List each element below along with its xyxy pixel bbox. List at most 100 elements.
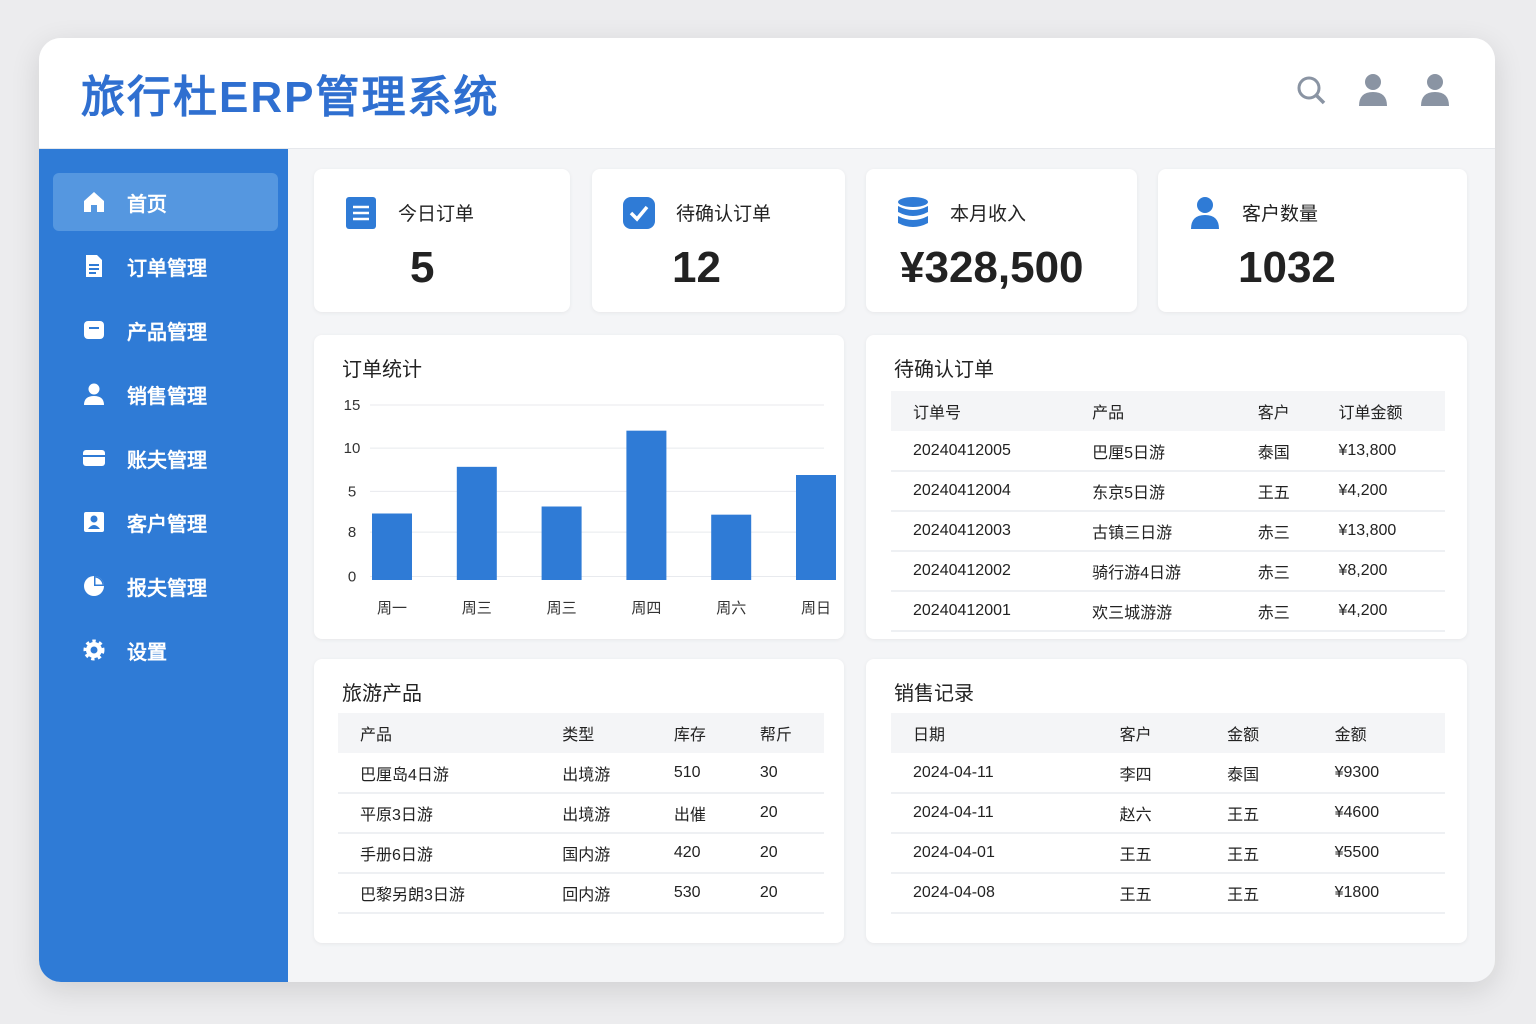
table-cell: 出境游: [540, 753, 652, 794]
table-cell: 出催: [651, 793, 738, 834]
product-icon: [84, 321, 104, 339]
sidebar-item-2[interactable]: 产品管理: [53, 301, 278, 359]
table-row[interactable]: 2024-04-08 王五 王五 ¥1800: [891, 873, 1445, 914]
table-cell: 赵六: [1097, 793, 1206, 834]
column-header: 产品: [338, 713, 541, 753]
table-cell: 20240412002: [891, 551, 1071, 592]
table-cell: 王五: [1097, 873, 1206, 914]
stat-label: 今日订单: [398, 204, 475, 225]
table-cell: 王五: [1205, 873, 1313, 914]
x-tick-label: 周四: [631, 600, 661, 617]
y-tick-label: 5: [348, 483, 356, 500]
sidebar-item-label: 账夫管理: [127, 449, 207, 472]
database-icon: [898, 197, 928, 227]
y-tick-label: 0: [348, 569, 356, 586]
sidebar-item-label: 销售管理: [127, 385, 207, 408]
stat-card[interactable]: 待确认订单 12: [592, 169, 845, 312]
table-cell: 巴厘5日游: [1070, 431, 1236, 472]
order-chart-card: 订单统计 15 10 5 8 0 周一 周三 周三 周四 周六 周日: [314, 335, 844, 639]
sidebar-item-label: 产品管理: [127, 321, 207, 344]
products-table: 产品 类型 库存 帮斤 巴厘岛4日游 出境游 510 30 平原3日游 出境游 出催 20 手册6日游国…: [338, 713, 824, 914]
stat-card[interactable]: 本月收入 ¥328,500: [866, 169, 1137, 312]
table-cell: 巴厘岛4日游: [338, 753, 541, 794]
user-icon[interactable]: [1419, 72, 1451, 108]
sidebar-item-1[interactable]: 订单管理: [53, 237, 278, 295]
table-cell: 20240412004: [891, 471, 1071, 512]
sidebar-item-0[interactable]: 首页: [53, 173, 278, 231]
x-tick-label: 周三: [547, 600, 577, 617]
bar[interactable]: [541, 506, 582, 581]
stat-card[interactable]: 今日订单 5: [314, 169, 570, 312]
table-row[interactable]: 20240412001 欢三城游游 赤三 ¥4,200: [891, 591, 1445, 632]
column-header: 日期: [891, 713, 1098, 753]
x-tick-label: 周日: [801, 600, 831, 617]
bar[interactable]: [796, 475, 836, 580]
table-header-row: 日期 客户 金额 金额: [891, 713, 1445, 753]
sales-card: 销售记录 日期 客户 金额 金额 2024-04-11 李四 泰国 ¥9300 2024-04-…: [866, 659, 1467, 943]
table-row[interactable]: 2024-04-01 王五 王五 ¥5500: [891, 833, 1445, 874]
table-cell: 手册6日游: [338, 833, 541, 874]
table-row[interactable]: 巴黎另朗3日游 回内游 530 20: [338, 873, 824, 914]
sidebar-item-label: 报夫管理: [127, 577, 207, 600]
sidebar-item-7[interactable]: 设置: [53, 621, 278, 679]
table-row[interactable]: 20240412003 古镇三日游 赤三 ¥13,800: [891, 511, 1445, 552]
table-cell: 20: [737, 833, 824, 874]
stat-value: 1032: [1238, 243, 1336, 292]
stat-label: 待确认订单: [676, 204, 772, 225]
table-row[interactable]: 20240412002 骑行游4日游 赤三 ¥8,200: [891, 551, 1445, 592]
sidebar-item-5[interactable]: 客户管理: [53, 493, 278, 551]
sidebar-item-4[interactable]: 账夫管理: [53, 429, 278, 487]
user-icon[interactable]: [1357, 72, 1389, 108]
table-row[interactable]: 平原3日游 出境游 出催 20: [338, 793, 824, 834]
table-cell: 420: [651, 833, 738, 874]
table-cell: 赤三: [1235, 551, 1317, 592]
list-icon: [346, 197, 376, 229]
sidebar-item-6[interactable]: 报夫管理: [53, 557, 278, 615]
table-cell: 20: [737, 873, 824, 914]
user-icon: [1191, 197, 1219, 229]
table-cell: ¥4,200: [1316, 591, 1445, 632]
y-tick-label: 15: [344, 397, 361, 414]
bar[interactable]: [372, 513, 412, 581]
table-cell: ¥5500: [1312, 833, 1445, 874]
table-cell: 骑行游4日游: [1070, 551, 1236, 592]
sales-title: 销售记录: [894, 683, 974, 705]
app-window: 旅行杜ERP管理系统 首页 订单管理 产品管理 销售管理 账夫管理 客户管理 报夫管理 设置 …: [39, 38, 1495, 982]
table-row[interactable]: 20240412005 巴厘5日游 泰国 ¥13,800: [891, 431, 1445, 472]
sidebar-item-3[interactable]: 销售管理: [53, 365, 278, 423]
table-cell: 2024-04-11: [891, 793, 1098, 834]
table-row[interactable]: 2024-04-11 李四 泰国 ¥9300: [891, 753, 1445, 794]
table-cell: ¥4,200: [1316, 471, 1445, 512]
home-icon: [84, 192, 104, 212]
table-cell: 王五: [1097, 833, 1206, 874]
bar[interactable]: [626, 430, 667, 580]
table-row[interactable]: 20240412004 东京5日游 王五 ¥4,200: [891, 471, 1445, 512]
table-cell: 平原3日游: [338, 793, 541, 834]
header: 旅行杜ERP管理系统: [39, 38, 1495, 149]
sidebar-item-label: 客户管理: [127, 513, 207, 536]
bar[interactable]: [456, 466, 497, 580]
user-icon: [84, 383, 104, 405]
table-cell: 王五: [1205, 833, 1313, 874]
card-icon: [83, 450, 105, 466]
sidebar-item-label: 订单管理: [127, 257, 207, 280]
table-cell: 2024-04-01: [891, 833, 1098, 874]
table-cell: ¥8,200: [1316, 551, 1445, 592]
bar[interactable]: [711, 514, 752, 580]
table-row[interactable]: 巴厘岛4日游 出境游 510 30: [338, 753, 824, 794]
pending-title: 待确认订单: [894, 359, 994, 381]
search-icon[interactable]: [1295, 72, 1327, 108]
table-cell: ¥4600: [1312, 793, 1445, 834]
column-header: 产品: [1070, 391, 1236, 431]
table-row[interactable]: 2024-04-11 赵六 王五 ¥4600: [891, 793, 1445, 834]
table-cell: 泰国: [1235, 431, 1317, 472]
sales-table: 日期 客户 金额 金额 2024-04-11 李四 泰国 ¥9300 2024-04-11 赵六王…: [891, 713, 1445, 914]
column-header: 金额: [1312, 713, 1445, 753]
column-header: 类型: [540, 713, 652, 753]
stat-card[interactable]: 客户数量 1032: [1158, 169, 1467, 312]
table-row[interactable]: 手册6日游 国内游 420 20: [338, 833, 824, 874]
x-tick-label: 周一: [377, 600, 407, 617]
table-cell: 530: [651, 873, 738, 914]
stat-value: ¥328,500: [900, 243, 1084, 292]
column-header: 客户: [1097, 713, 1206, 753]
